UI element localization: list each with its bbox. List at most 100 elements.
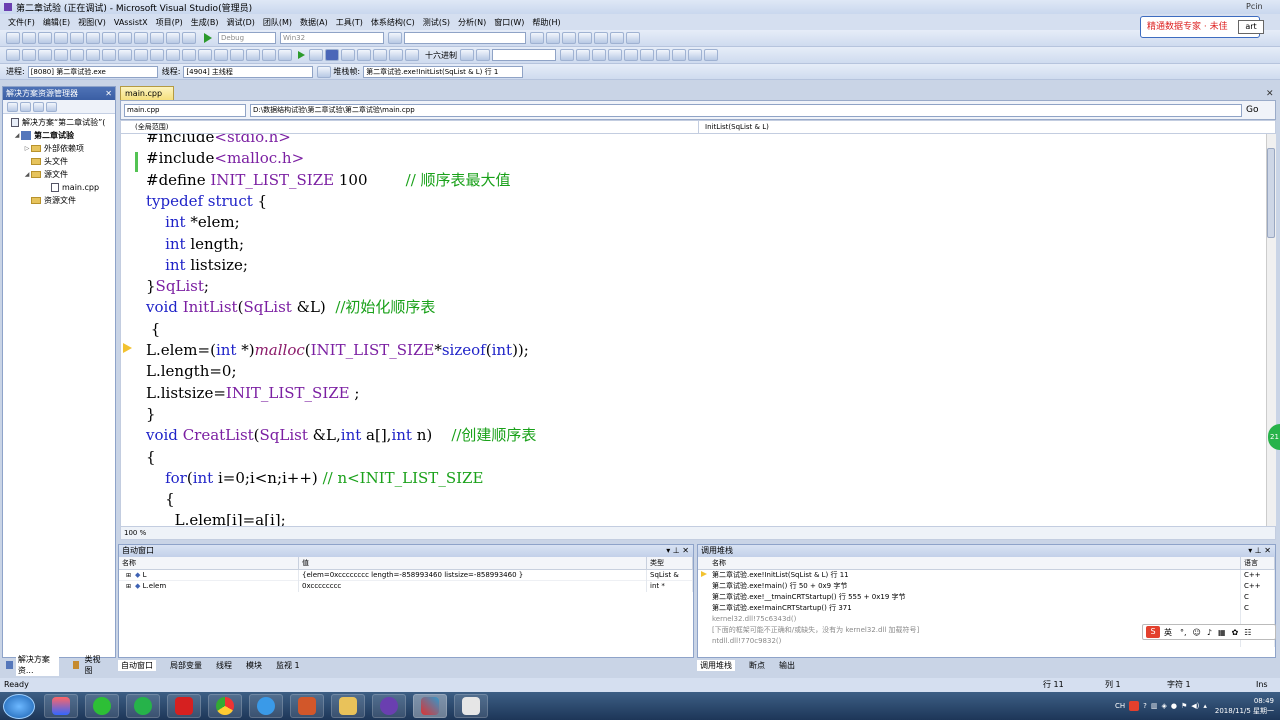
menu-project[interactable]: 项目(P) <box>152 17 187 28</box>
code-line[interactable]: void CreatList(SqList &L,int a[],int n) … <box>146 425 536 446</box>
extension-manager-icon[interactable] <box>610 32 624 44</box>
editor-scroll-thumb[interactable] <box>1267 148 1275 238</box>
code-line[interactable]: L.listsize=INIT_LIST_SIZE ; <box>146 383 359 404</box>
show-all-files-icon[interactable] <box>20 101 31 112</box>
vax-back-icon[interactable] <box>592 49 606 61</box>
expand-icon[interactable]: ⊞ <box>126 583 131 590</box>
find-in-files-icon[interactable] <box>388 32 402 44</box>
tree-item-project[interactable]: ◢ 第二章试验 <box>3 129 115 142</box>
code-line[interactable]: void InitList(SqList &L) //初始化顺序表 <box>146 297 435 318</box>
thread-flag-icon[interactable] <box>317 65 332 78</box>
tab-locals[interactable]: 局部变量 <box>168 660 202 671</box>
tree-item-main-cpp[interactable]: main.cpp <box>3 181 115 194</box>
properties-icon[interactable] <box>546 32 560 44</box>
code-line[interactable]: { <box>146 447 156 468</box>
vax-header-icon[interactable] <box>656 49 670 61</box>
code-line[interactable]: int *elem; <box>146 212 240 233</box>
tray-language[interactable]: CH <box>1115 702 1125 710</box>
tab-threads[interactable]: 线程 <box>214 660 232 671</box>
zoom-level[interactable]: 100 % <box>120 526 1276 540</box>
call-stack-row[interactable]: 第二章试验.exe!mainCRTStartup() 行 371 C <box>698 603 1275 614</box>
tab-output[interactable]: 输出 <box>777 660 795 671</box>
code-line[interactable]: typedef struct { <box>146 191 267 212</box>
code-line[interactable]: int listsize; <box>146 255 248 276</box>
tree-item-resource-files[interactable]: 资源文件 <box>3 194 115 207</box>
new-project-icon[interactable] <box>6 32 20 44</box>
vax-refactor-icon[interactable] <box>624 49 638 61</box>
stop-debug-icon[interactable] <box>325 49 339 61</box>
autos-row[interactable]: ⊞ ◆ L.elem 0xcccccccc int * <box>119 581 693 592</box>
add-item-icon[interactable] <box>22 32 36 44</box>
tray-more-icon[interactable]: ▴ <box>1203 702 1207 710</box>
tab-call-stack[interactable]: 调用堆栈 <box>697 659 735 671</box>
tab-autos[interactable]: 自动窗口 <box>118 659 156 671</box>
ime-menu-icon[interactable]: ☷ <box>1244 628 1251 637</box>
taskbar-app[interactable] <box>454 694 488 718</box>
save-all-icon[interactable] <box>70 32 84 44</box>
step-out-icon[interactable] <box>405 49 419 61</box>
start-debug-icon[interactable] <box>204 33 212 43</box>
menu-analyze[interactable]: 分析(N) <box>454 17 490 28</box>
code-line[interactable]: { <box>146 489 175 510</box>
menu-help[interactable]: 帮助(H) <box>528 17 564 28</box>
thread-select[interactable]: [4904] 主线程 <box>183 65 314 78</box>
taskbar-app[interactable] <box>290 694 324 718</box>
vax-symbol-icon[interactable] <box>576 49 590 61</box>
start-page-icon[interactable] <box>594 32 608 44</box>
indent-icon[interactable] <box>22 49 36 61</box>
refresh-icon[interactable] <box>33 101 44 112</box>
tree-item-solution[interactable]: 解决方案“第二章试验”( <box>3 116 115 129</box>
code-line[interactable]: #define INIT_LIST_SIZE 100 // 顺序表最大值 <box>146 170 511 191</box>
taskbar-app[interactable] <box>44 694 78 718</box>
tray-clock[interactable]: 08:49 2018/11/5 星期一 <box>1215 696 1274 716</box>
pin-icon[interactable]: ▾ ⊥ ✕ <box>666 545 689 557</box>
toolbar-options-icon[interactable] <box>626 32 640 44</box>
ime-voice-icon[interactable]: ♪ <box>1207 628 1212 637</box>
taskbar-app[interactable] <box>85 694 119 718</box>
process-select[interactable]: [8080] 第二章试验.exe <box>27 65 158 78</box>
find-combo[interactable] <box>404 32 526 44</box>
center-icon[interactable] <box>214 49 228 61</box>
tray-network-icon[interactable]: ▥ <box>1151 702 1158 710</box>
pin-icon[interactable]: ▾ ⊥ ✕ <box>1248 545 1271 557</box>
code-line[interactable]: #include<malloc.h> <box>146 148 304 169</box>
toolbox-icon[interactable] <box>578 32 592 44</box>
stack-frame-select[interactable]: 第二章试验.exe!InitList(SqList & L) 行 1 <box>363 65 524 78</box>
open-icon[interactable] <box>38 32 52 44</box>
watch-combo[interactable] <box>492 49 556 61</box>
properties-icon[interactable] <box>7 101 18 112</box>
menu-team[interactable]: 团队(M) <box>259 17 296 28</box>
tab-main-cpp[interactable]: main.cpp <box>120 86 174 100</box>
tree-item-external-deps[interactable]: ▷ 外部依赖项 <box>3 142 115 155</box>
ime-toolbar[interactable]: S 英 °, ☺ ♪ ▦ ✿ ☷ <box>1142 624 1276 640</box>
tray-app-icon[interactable]: ● <box>1171 702 1177 710</box>
tray-help-icon[interactable]: ? <box>1143 702 1147 710</box>
menu-build[interactable]: 生成(B) <box>187 17 223 28</box>
code-line[interactable]: for(int i=0;i<n;i++) // n<INIT_LIST_SIZE <box>146 468 483 489</box>
autos-row[interactable]: ⊞ ◆ L {elem=0xcccccccc length=-858993460 … <box>119 569 693 581</box>
vax-forward-icon[interactable] <box>608 49 622 61</box>
show-next-statement-icon[interactable] <box>357 49 371 61</box>
taskbar-app[interactable] <box>413 694 447 718</box>
tray-sogou-icon[interactable] <box>1129 701 1140 711</box>
spacing-icon[interactable] <box>198 49 212 61</box>
comment-icon[interactable] <box>54 49 68 61</box>
menu-view[interactable]: 视图(V) <box>74 17 110 28</box>
tray-flag-icon[interactable]: ⚑ <box>1181 702 1187 710</box>
menu-edit[interactable]: 编辑(E) <box>39 17 74 28</box>
clear-bookmarks-icon[interactable] <box>134 49 148 61</box>
path-nav-select[interactable]: D:\数据结构试验\第二章试验\第二章试验\main.cpp <box>250 103 1242 117</box>
tab-solution-explorer[interactable]: 解决方案资... <box>15 654 59 676</box>
column-value[interactable]: 值 <box>299 556 647 570</box>
size-icon[interactable] <box>182 49 196 61</box>
code-line[interactable]: #include<stdio.h> <box>146 134 291 148</box>
ime-punctuation-icon[interactable]: °, <box>1180 628 1187 637</box>
taskbar-app[interactable] <box>372 694 406 718</box>
file-nav-select[interactable]: main.cpp <box>124 103 246 117</box>
menu-vassistx[interactable]: VAssistX <box>110 18 152 27</box>
breakpoints-window-icon[interactable] <box>460 49 474 61</box>
menu-tools[interactable]: 工具(T) <box>332 17 367 28</box>
menu-file[interactable]: 文件(F) <box>4 17 39 28</box>
next-bookmark-icon[interactable] <box>118 49 132 61</box>
tray-speaker-icon[interactable]: ◀) <box>1191 702 1199 710</box>
